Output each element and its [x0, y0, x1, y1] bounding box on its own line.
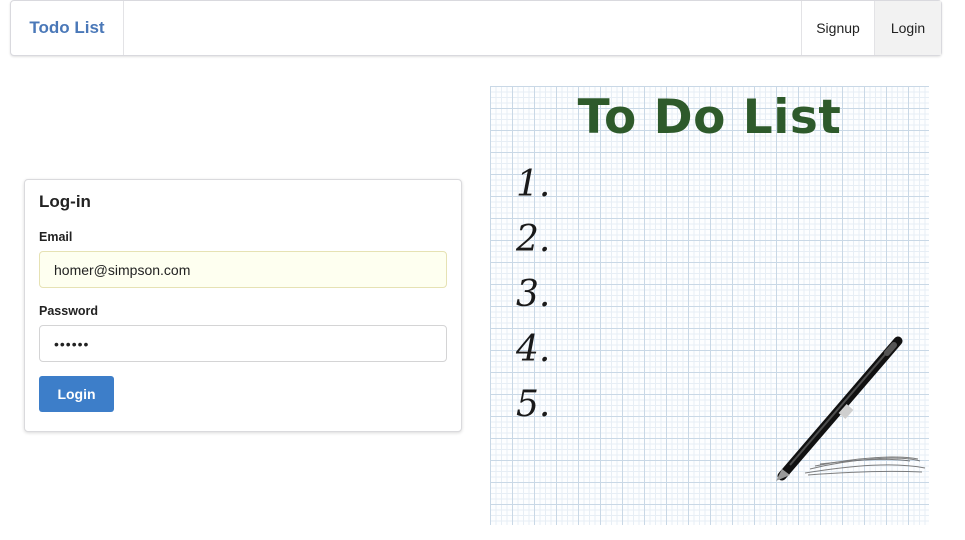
list-number-2: 2. [516, 219, 551, 260]
login-card: Log-in Email Password Login [24, 179, 462, 432]
password-label: Password [39, 304, 99, 318]
email-label: Email [39, 230, 73, 244]
nav-signup-link[interactable]: Signup [801, 1, 874, 55]
illustration-title: To Do List [577, 90, 842, 145]
navbar-spacer [124, 1, 801, 55]
brand-logo[interactable]: Todo List [11, 1, 124, 55]
list-number-4: 4. [516, 329, 551, 370]
todo-list-illustration: To Do List 1. 2. 3. 4. 5. [490, 86, 929, 525]
email-input[interactable] [39, 251, 447, 288]
login-button[interactable]: Login [39, 376, 114, 412]
pen-icon [776, 336, 926, 481]
list-number-5: 5. [516, 384, 551, 425]
list-number-1: 1. [516, 164, 551, 205]
top-navbar: Todo List Signup Login [10, 0, 942, 56]
list-number-3: 3. [516, 274, 551, 315]
nav-login-link[interactable]: Login [874, 1, 941, 55]
login-card-title: Log-in [39, 192, 91, 211]
password-input[interactable] [39, 325, 447, 362]
